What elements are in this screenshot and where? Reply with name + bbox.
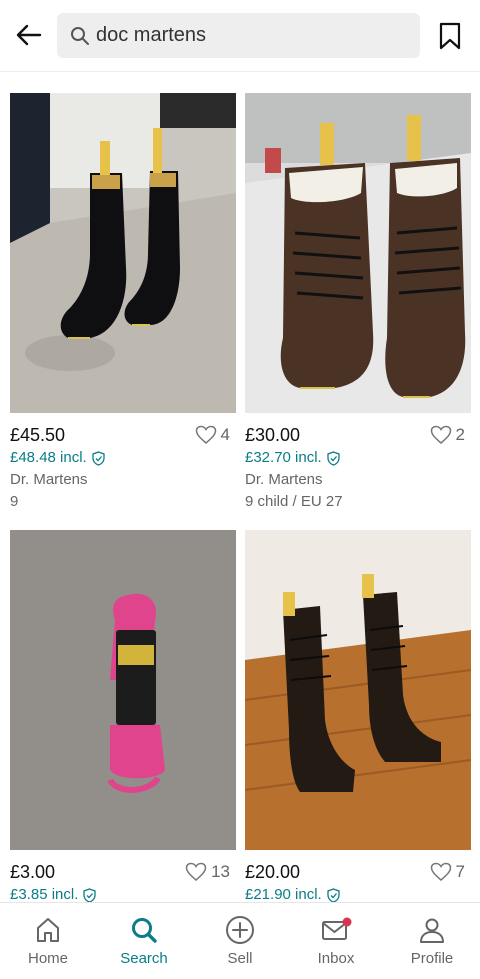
search-icon [130, 915, 158, 945]
price-incl-text: £3.85 incl. [10, 886, 79, 902]
buyer-protection-shield-icon [83, 887, 97, 902]
favourite-count: 13 [211, 862, 230, 881]
item-card[interactable]: £30.00 £32.70 incl. Dr. Martens 9 child … [245, 93, 471, 513]
nav-inbox-label: Inbox [317, 950, 355, 967]
item-price-incl: £21.90 incl. [245, 884, 471, 902]
favourite-button[interactable]: 4 [195, 425, 230, 445]
nav-search[interactable]: Search [96, 903, 192, 979]
bookmark-icon [439, 22, 461, 50]
person-icon [418, 915, 446, 945]
mail-icon [320, 915, 352, 945]
item-card[interactable]: £3.00 £3.85 incl. 13 [10, 530, 236, 902]
nav-profile[interactable]: Profile [384, 903, 480, 979]
nav-home-label: Home [27, 950, 68, 967]
favourite-button[interactable]: 2 [430, 425, 465, 445]
top-bar [0, 0, 480, 72]
item-price-incl: £3.85 incl. [10, 884, 236, 902]
price-incl-text: £21.90 incl. [245, 886, 322, 902]
home-icon [34, 915, 62, 945]
item-size: 9 [10, 493, 19, 510]
nav-sell[interactable]: Sell [192, 903, 288, 979]
favourite-button[interactable]: 13 [185, 862, 230, 882]
item-card[interactable]: £45.50 £48.48 incl. Dr. Martens 9 4 [10, 93, 236, 513]
favourite-count: 7 [455, 862, 465, 881]
item-photo[interactable] [10, 93, 236, 413]
search-icon [70, 26, 90, 46]
favourite-count: 2 [455, 425, 465, 444]
item-card[interactable]: £20.00 £21.90 incl. 7 [245, 530, 471, 902]
search-input[interactable] [96, 24, 396, 47]
nav-inbox[interactable]: Inbox [288, 903, 384, 979]
heart-icon [430, 425, 452, 445]
nav-search-label: Search [120, 950, 168, 967]
item-photo[interactable] [245, 530, 471, 850]
buyer-protection-shield-icon [327, 450, 340, 466]
heart-icon [430, 862, 452, 882]
item-price-incl: £48.48 incl. [10, 447, 236, 469]
favourite-count: 4 [220, 425, 230, 444]
search-box[interactable] [57, 13, 420, 58]
item-brand: Dr. Martens [10, 471, 88, 488]
arrow-left-icon [16, 24, 42, 46]
nav-home[interactable]: Home [0, 903, 96, 979]
item-price-incl: £32.70 incl. [245, 447, 471, 469]
item-size: 9 child / EU 27 [245, 493, 343, 510]
item-photo[interactable] [245, 93, 471, 413]
buyer-protection-shield-icon [92, 450, 105, 466]
results-grid: £45.50 £48.48 incl. Dr. Martens 9 4 £30.… [0, 72, 480, 902]
item-photo[interactable] [10, 530, 236, 850]
heart-icon [185, 862, 207, 882]
plus-circle-icon [225, 915, 255, 945]
bottom-navigation: Home Search Sell Inbox Profile [0, 902, 480, 979]
nav-profile-label: Profile [410, 950, 454, 967]
save-search-button[interactable] [436, 20, 464, 52]
buyer-protection-shield-icon [327, 887, 340, 902]
nav-sell-label: Sell [227, 950, 253, 967]
item-brand: Dr. Martens [245, 471, 323, 488]
favourite-button[interactable]: 7 [430, 862, 465, 882]
back-button[interactable] [14, 20, 44, 50]
price-incl-text: £32.70 incl. [245, 449, 322, 466]
heart-icon [195, 425, 217, 445]
price-incl-text: £48.48 incl. [10, 449, 87, 466]
